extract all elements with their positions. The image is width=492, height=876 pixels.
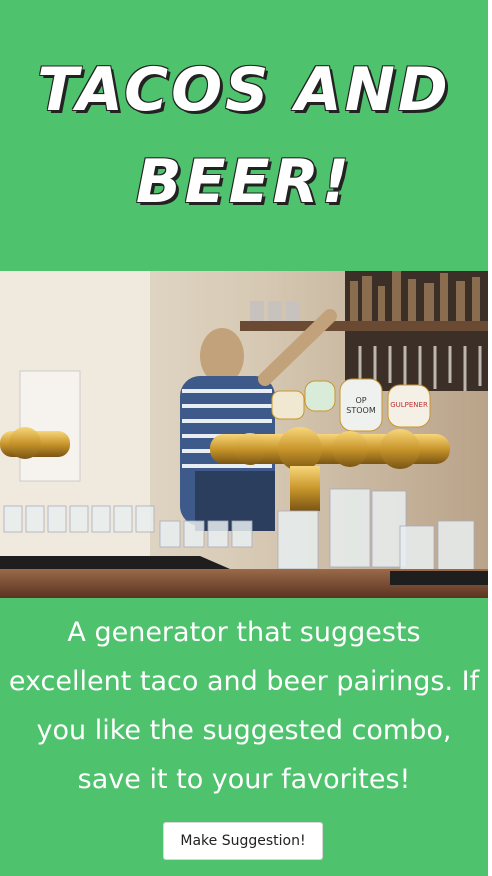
hero-image: OP STOOM GULPENER (0, 271, 488, 598)
page-title: TACOS AND BEER! (37, 55, 451, 217)
svg-text:GULPENER: GULPENER (390, 401, 428, 409)
scrollbar[interactable] (488, 0, 492, 876)
svg-text:OP: OP (355, 396, 366, 405)
svg-text:STOOM: STOOM (346, 406, 376, 415)
tagline: A generator that suggests excellent taco… (8, 617, 480, 795)
make-suggestion-button[interactable]: Make Suggestion! (163, 822, 323, 860)
